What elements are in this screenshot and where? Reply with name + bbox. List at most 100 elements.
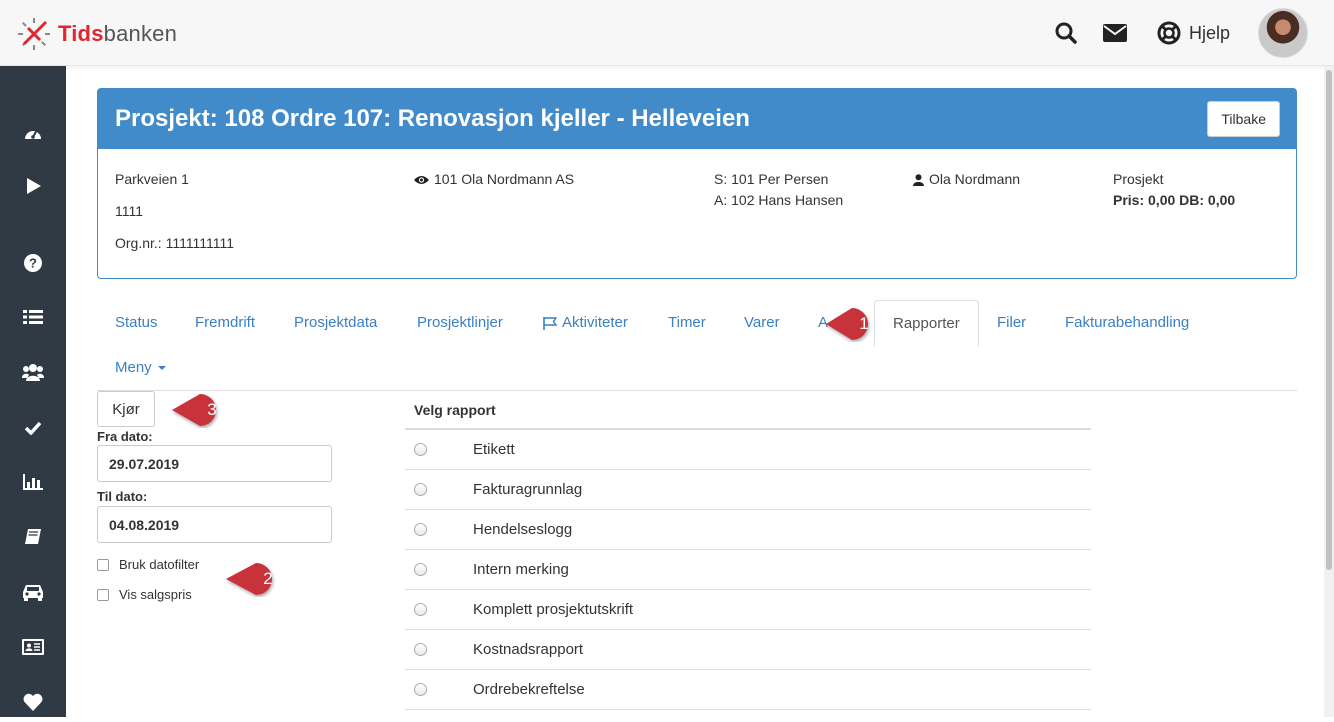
sales-price-label: Vis salgspris (119, 587, 192, 602)
sidebar-item-reports[interactable] (0, 462, 66, 502)
from-date-input[interactable] (97, 445, 332, 482)
to-date-input[interactable] (97, 506, 332, 543)
sales-price-checkbox[interactable] (97, 588, 109, 601)
customer-name[interactable]: 101 Ola Nordmann AS (434, 169, 574, 190)
org-number: Org.nr.: 1111111111 (115, 235, 235, 251)
tab-fakturabehandling[interactable]: Fakturabehandling (1047, 300, 1207, 346)
report-radio[interactable] (414, 443, 427, 456)
report-list-header: Velg rapport (405, 391, 1091, 430)
date-filter-checkbox-row[interactable]: Bruk datofilter (97, 557, 199, 572)
report-option-label: Ordrebekreftelse (473, 681, 585, 698)
sidebar-item-book[interactable] (0, 517, 66, 557)
sidebar-item-favorites[interactable] (0, 682, 66, 722)
report-option[interactable]: Intern merking (405, 550, 1091, 590)
type-column: Prosjekt Pris: 0,00 DB: 0,00 (1113, 169, 1235, 211)
report-radio[interactable] (414, 643, 427, 656)
address: Parkveien 1 (115, 171, 189, 187)
marker-3-number: 3 (207, 400, 217, 419)
tab-status[interactable]: Status (97, 300, 176, 346)
logo[interactable]: Tidsbanken (16, 16, 177, 52)
tab-fremdrift[interactable]: Fremdrift (177, 300, 273, 346)
heart-icon (23, 693, 43, 711)
date-filter-checkbox[interactable] (97, 558, 109, 571)
sales-price-checkbox-row[interactable]: Vis salgspris (97, 587, 192, 602)
sidebar-item-car[interactable] (0, 572, 66, 612)
bar-chart-icon (23, 474, 43, 490)
search-icon[interactable] (1055, 22, 1077, 44)
tab-prosjektdata[interactable]: Prosjektdata (276, 300, 395, 346)
top-bar: Tidsbanken Hjelp (0, 0, 1334, 66)
scrollbar-thumb[interactable] (1326, 70, 1332, 570)
user-icon (913, 173, 924, 186)
logo-icon (18, 18, 50, 50)
page-title: Prosjekt: 108 Ordre 107: Renovasjon kjel… (115, 105, 750, 132)
book-icon (25, 529, 41, 544)
sidebar-item-list[interactable] (0, 297, 66, 337)
tab-aktiviteter-label: Aktiviteter (562, 314, 628, 331)
question-icon: ? (24, 254, 42, 272)
flag-icon (543, 316, 557, 330)
report-radio[interactable] (414, 683, 427, 696)
contact-name: Ola Nordmann (929, 171, 1021, 187)
report-radio[interactable] (414, 603, 427, 616)
tab-varer[interactable]: Varer (726, 300, 798, 346)
marker-2-number: 2 (263, 569, 273, 588)
tab-filer[interactable]: Filer (979, 300, 1044, 346)
report-option[interactable]: Fakturagrunnlag (405, 470, 1091, 510)
tab-prosjektlinjer[interactable]: Prosjektlinjer (399, 300, 521, 346)
report-option[interactable]: Kostnadsrapport (405, 630, 1091, 670)
help-link[interactable]: Hjelp (1157, 21, 1230, 45)
back-button[interactable]: Tilbake (1207, 101, 1280, 137)
report-option-label: Hendelseslogg (473, 521, 573, 538)
top-actions: Hjelp (1033, 8, 1308, 58)
project-tabs: Status Fremdrift Prosjektdata Prosjektli… (97, 300, 1297, 391)
report-option[interactable]: Etikett (405, 430, 1091, 470)
project-panel-body: Parkveien 1 1111 Org.nr.: 1111111111 101… (98, 149, 1296, 279)
annotation-marker-2: 2 (222, 561, 282, 597)
date-filter-label: Bruk datofilter (119, 557, 200, 572)
report-radio[interactable] (414, 563, 427, 576)
project-price: Pris: 0,00 DB: 0,00 (1113, 192, 1236, 208)
tab-meny-label: Meny (115, 359, 152, 376)
report-option[interactable]: Hendelseslogg (405, 510, 1091, 550)
sidebar-item-contacts[interactable] (0, 627, 66, 667)
sidebar-item-help[interactable]: ? (0, 243, 66, 283)
report-option-label: Komplett prosjektutskrift (473, 601, 634, 618)
mail-icon[interactable] (1102, 24, 1127, 42)
car-icon (23, 585, 43, 601)
report-option[interactable]: Ordrebekreftelse (405, 670, 1091, 710)
help-label: Hjelp (1188, 22, 1230, 43)
sidebar-item-dashboard[interactable] (0, 112, 66, 152)
avatar[interactable] (1258, 8, 1308, 58)
sidebar-item-users[interactable] (0, 352, 66, 392)
annotation-marker-3: 3 (166, 392, 226, 428)
tab-rapporter[interactable]: Rapporter (874, 300, 979, 347)
contact-column: Ola Nordmann (913, 169, 1020, 190)
logo-text: Tidsbanken (58, 21, 177, 47)
sidebar-item-tasks[interactable] (0, 408, 66, 448)
dashboard-icon (25, 129, 41, 139)
report-option[interactable]: Komplett prosjektutskrift (405, 590, 1091, 630)
users-icon (22, 364, 44, 381)
page-scrollbar[interactable] (1324, 66, 1334, 717)
project-type: Prosjekt (1113, 171, 1164, 187)
sidebar: ? (0, 66, 66, 717)
to-date-label: Til dato: (97, 489, 148, 504)
tab-meny[interactable]: Meny (97, 345, 184, 391)
eye-icon (414, 175, 429, 184)
caret-down-icon (157, 366, 166, 371)
a-person: A: 102 Hans Hansen (714, 192, 844, 208)
report-radio[interactable] (414, 483, 427, 496)
tab-aktiviteter[interactable]: Aktiviteter (525, 300, 646, 346)
svg-text:?: ? (29, 256, 37, 271)
run-button[interactable]: Kjør (97, 391, 155, 427)
tab-timer[interactable]: Timer (650, 300, 724, 346)
report-radio[interactable] (414, 523, 427, 536)
s-person: S: 101 Per Persen (714, 171, 829, 187)
sidebar-item-play[interactable] (0, 166, 66, 206)
logo-text-bold: Tids (58, 21, 104, 46)
postal-code: 1111 (115, 203, 144, 219)
report-option-label: Fakturagrunnlag (473, 481, 583, 498)
logo-text-rest: banken (103, 21, 178, 46)
id-card-icon (22, 639, 44, 655)
